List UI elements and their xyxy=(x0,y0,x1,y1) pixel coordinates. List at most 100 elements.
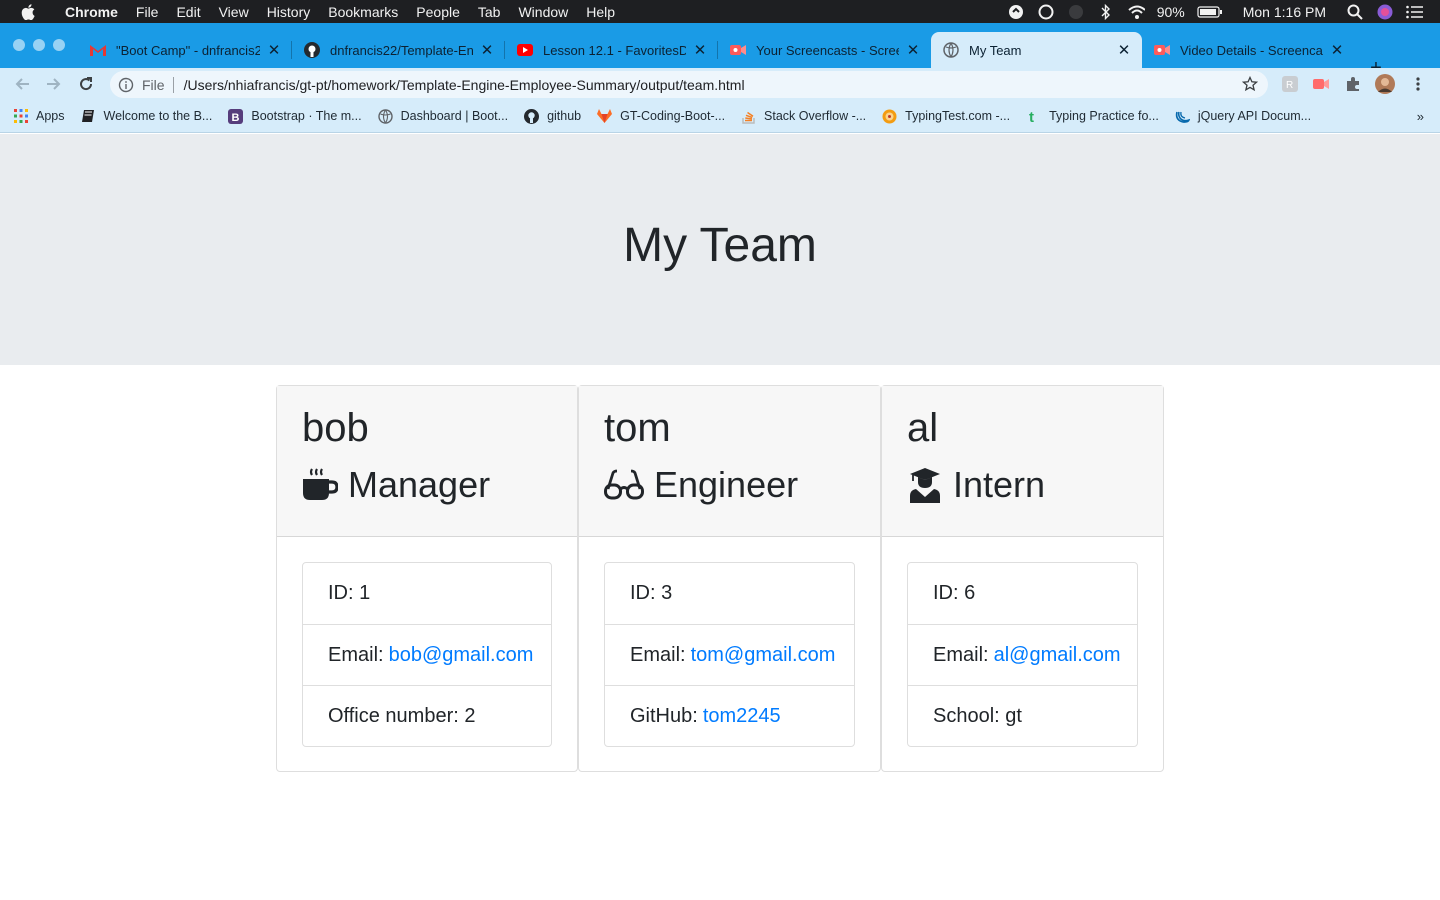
bookmark-typingtest[interactable]: TypingTest.com -... xyxy=(874,109,1018,124)
employee-name: tom xyxy=(604,406,671,450)
info-icon[interactable] xyxy=(118,77,134,93)
globe-icon xyxy=(943,42,959,58)
menu-tab[interactable]: Tab xyxy=(469,4,510,20)
close-tab-icon[interactable]: ✕ xyxy=(692,41,708,59)
typing-practice-icon: t xyxy=(1026,109,1041,124)
github-link[interactable]: tom2245 xyxy=(703,705,781,728)
employee-id: ID: 1 xyxy=(328,582,371,604)
siri-icon[interactable] xyxy=(1376,4,1394,20)
stackoverflow-icon xyxy=(741,109,756,124)
email-link[interactable]: tom@gmail.com xyxy=(691,644,836,667)
email-link[interactable]: al@gmail.com xyxy=(994,644,1121,667)
github-icon xyxy=(524,108,540,124)
jquery-icon xyxy=(1175,109,1190,124)
employee-role: Manager xyxy=(302,463,552,507)
close-tab-icon[interactable]: ✕ xyxy=(479,41,495,59)
bookmark-typing-practice[interactable]: t Typing Practice fo... xyxy=(1018,109,1167,124)
bookmark-star-icon[interactable] xyxy=(1241,75,1259,92)
d-status-icon[interactable] xyxy=(1067,4,1085,20)
wifi-icon[interactable] xyxy=(1127,4,1145,20)
bookmark-label: Apps xyxy=(36,109,65,123)
url-text[interactable]: /Users/nhiafrancis/gt-pt/homework/Templa… xyxy=(184,77,745,93)
back-button[interactable] xyxy=(12,74,32,94)
notification-center-icon[interactable] xyxy=(1406,4,1424,20)
bookmark-label: github xyxy=(547,109,582,123)
chrome-menu-icon[interactable] xyxy=(1408,74,1428,94)
reload-button[interactable] xyxy=(76,74,96,94)
bookmark-stack-overflow[interactable]: Stack Overflow -... xyxy=(733,109,874,124)
employee-email-row: Email: tom@gmail.com xyxy=(605,624,854,685)
record-status-icon[interactable] xyxy=(1037,4,1055,20)
bookmark-label: Typing Practice fo... xyxy=(1049,109,1159,123)
tab-video-details[interactable]: Video Details - Screencastify ✕ xyxy=(1142,32,1355,68)
employee-email-row: Email: al@gmail.com xyxy=(908,624,1137,685)
battery-icon[interactable] xyxy=(1197,4,1223,20)
extensions-puzzle-icon[interactable] xyxy=(1343,74,1363,94)
coffee-mug-icon xyxy=(302,467,338,503)
github-row: GitHub: tom2245 xyxy=(605,685,854,746)
bookmarks-overflow-chevron-icon[interactable]: » xyxy=(1417,109,1424,124)
tab-boot-camp-gmail[interactable]: "Boot Camp" - dnfrancis22 ✕ xyxy=(78,32,292,68)
bluetooth-icon[interactable] xyxy=(1097,3,1115,20)
bookmark-jquery-api[interactable]: jQuery API Docum... xyxy=(1167,109,1319,124)
extension-r-icon[interactable]: R xyxy=(1280,74,1300,94)
bookmark-label: Stack Overflow -... xyxy=(764,109,867,123)
menu-help[interactable]: Help xyxy=(577,4,624,20)
employee-id: ID: 3 xyxy=(630,582,673,604)
spotlight-search-icon[interactable] xyxy=(1346,4,1364,20)
close-tab-icon[interactable]: ✕ xyxy=(905,41,921,59)
screencastify-icon xyxy=(730,42,746,58)
close-window-button[interactable] xyxy=(13,39,25,51)
bootstrap-icon: B xyxy=(228,108,244,124)
employee-details-list: ID: 6 Email: al@gmail.com School: gt xyxy=(907,562,1138,747)
email-label: Email: xyxy=(630,643,686,666)
employee-id: ID: 6 xyxy=(933,582,976,604)
book-icon xyxy=(81,109,96,124)
bookmark-label: Welcome to the B... xyxy=(103,109,213,123)
employee-email-row: Email: bob@gmail.com xyxy=(303,624,551,685)
url-scheme: File xyxy=(142,76,165,93)
clock[interactable]: Mon 1:16 PM xyxy=(1243,4,1326,20)
battery-percent: 90% xyxy=(1156,3,1185,20)
screencastify-status-icon[interactable] xyxy=(1007,4,1025,20)
menu-people[interactable]: People xyxy=(407,4,469,20)
svg-text:t: t xyxy=(1029,109,1034,124)
tab-title: Video Details - Screencastify xyxy=(1180,42,1323,58)
card-header: bob Manager xyxy=(277,386,577,537)
profile-avatar[interactable] xyxy=(1375,74,1395,94)
email-link[interactable]: bob@gmail.com xyxy=(389,644,534,667)
menu-view[interactable]: View xyxy=(210,4,258,20)
bookmark-apps[interactable]: Apps xyxy=(0,109,73,124)
zoom-window-button[interactable] xyxy=(53,39,65,51)
tab-your-screencasts[interactable]: Your Screencasts - Screencastify ✕ xyxy=(718,32,931,68)
screencastify-extension-icon[interactable] xyxy=(1311,74,1331,94)
bookmark-gt-coding-bootcamp[interactable]: GT-Coding-Boot-... xyxy=(589,109,733,124)
close-tab-icon[interactable]: ✕ xyxy=(266,41,282,59)
github-label: GitHub: xyxy=(630,704,698,727)
close-tab-icon[interactable]: ✕ xyxy=(1116,41,1132,59)
github-icon xyxy=(304,42,320,58)
minimize-window-button[interactable] xyxy=(33,39,45,51)
bookmark-dashboard[interactable]: Dashboard | Boot... xyxy=(370,108,516,124)
apple-icon[interactable] xyxy=(0,3,56,20)
role-label: Intern xyxy=(953,464,1046,505)
forward-button[interactable] xyxy=(44,74,64,94)
menu-app-name[interactable]: Chrome xyxy=(56,4,127,20)
bookmark-welcome[interactable]: Welcome to the B... xyxy=(73,109,221,124)
jumbotron-header: My Team xyxy=(0,134,1440,365)
close-tab-icon[interactable]: ✕ xyxy=(1329,41,1345,59)
tab-github-template-engine[interactable]: dnfrancis22/Template-Engine ✕ xyxy=(292,32,505,68)
menu-bookmarks[interactable]: Bookmarks xyxy=(319,4,407,20)
youtube-icon xyxy=(517,42,533,58)
address-bar[interactable]: File /Users/nhiafrancis/gt-pt/homework/T… xyxy=(110,71,1268,98)
tab-my-team[interactable]: My Team ✕ xyxy=(931,32,1142,68)
bookmark-bootstrap[interactable]: B Bootstrap · The m... xyxy=(220,108,369,124)
menu-history[interactable]: History xyxy=(258,4,320,20)
menu-window[interactable]: Window xyxy=(509,4,577,20)
menu-edit[interactable]: Edit xyxy=(167,4,209,20)
svg-text:B: B xyxy=(232,112,240,124)
tab-youtube-lesson[interactable]: Lesson 12.1 - FavoritesDB ✕ xyxy=(505,32,718,68)
menu-file[interactable]: File xyxy=(127,4,168,20)
bookmark-github[interactable]: github xyxy=(516,108,589,124)
employee-card-manager: bob Manager ID: 1 Email: bob@gmail.com O… xyxy=(276,385,578,772)
